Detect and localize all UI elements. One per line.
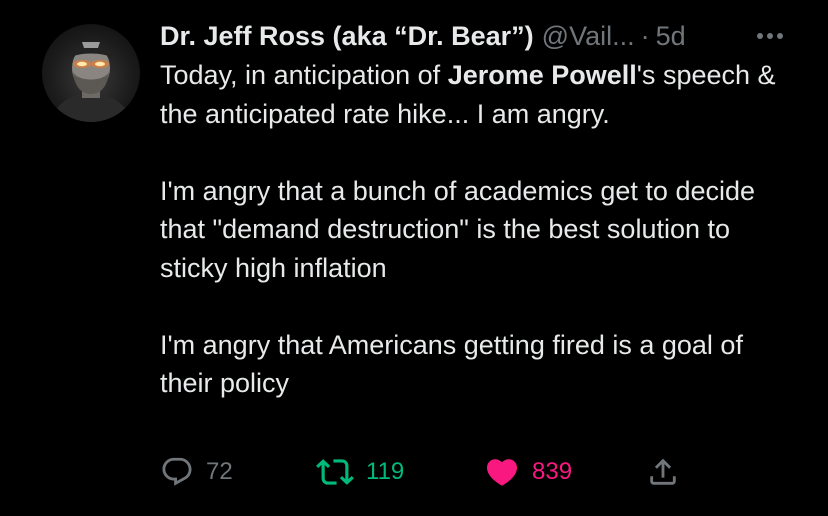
like-count: 839 (532, 458, 573, 485)
tweet-paragraph-3: I'm angry that Americans getting fired i… (160, 329, 743, 399)
tweet-timestamp[interactable]: 5d (656, 18, 686, 54)
share-icon (646, 455, 680, 489)
tweet-paragraph-2: I'm angry that a bunch of academics get … (160, 175, 756, 283)
tweet-paragraph-1: Today, in anticipation of Jerome Powell'… (160, 56, 800, 133)
reply-icon (160, 455, 194, 489)
heart-icon (484, 454, 520, 490)
tweet-header: Dr. Jeff Ross (aka “Dr. Bear”) @Vail... … (160, 18, 770, 54)
tweet[interactable]: Dr. Jeff Ross (aka “Dr. Bear”) @Vail... … (0, 0, 828, 516)
separator-dot: · (640, 21, 650, 51)
author-handle[interactable]: @Vail... (542, 18, 635, 54)
share-button[interactable] (646, 452, 680, 492)
retweet-icon (316, 453, 354, 491)
reply-button[interactable]: 72 (160, 452, 233, 492)
avatar-image (50, 42, 132, 122)
mention-jerome-powell[interactable]: Jerome Powell (448, 60, 637, 90)
more-icon (757, 33, 783, 39)
tweet-text: Today, in anticipation of Jerome Powell'… (160, 56, 800, 403)
author-display-name[interactable]: Dr. Jeff Ross (aka “Dr. Bear”) (160, 18, 534, 54)
retweet-count: 119 (366, 458, 405, 485)
reply-count: 72 (206, 458, 233, 485)
retweet-button[interactable]: 119 (316, 452, 404, 492)
more-options-button[interactable] (752, 22, 788, 50)
tweet-text-segment: Today, in anticipation of (160, 60, 448, 90)
tweet-actions: 72 119 839 (160, 452, 800, 492)
avatar[interactable] (42, 24, 140, 122)
like-button[interactable]: 839 (484, 452, 572, 492)
